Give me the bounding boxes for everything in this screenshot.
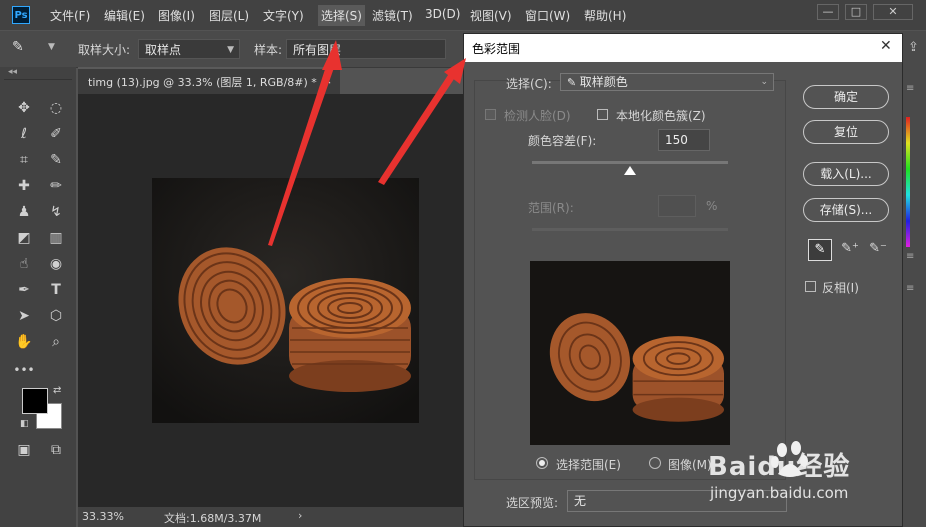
watermark-url: jingyan.baidu.com bbox=[710, 484, 849, 502]
red-arrow-1 bbox=[268, 40, 342, 246]
baidu-watermark: Baidu经验 jingyan.baidu.com bbox=[708, 440, 918, 510]
red-arrow-2 bbox=[378, 58, 466, 185]
watermark-brand: Baidu经验 bbox=[708, 452, 851, 482]
